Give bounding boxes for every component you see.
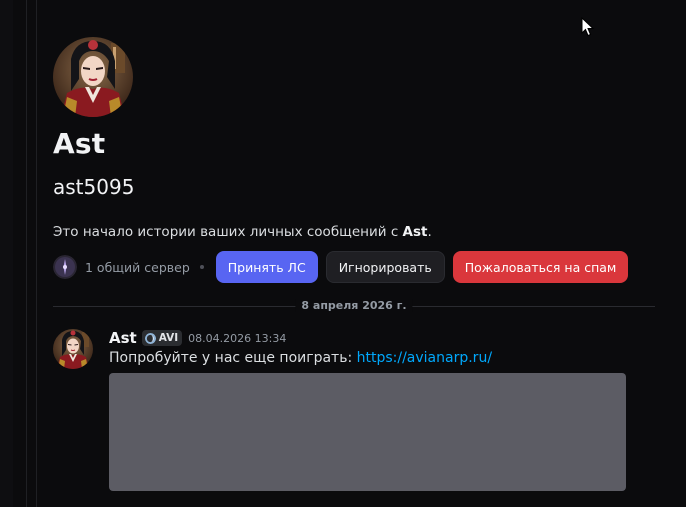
message-link[interactable]: https://avianarp.ru/ [357, 350, 492, 366]
dm-intro-prefix: Это начало истории ваших личных сообщени… [53, 224, 403, 240]
message-author-avatar[interactable] [53, 329, 93, 369]
guild-tag-icon [144, 332, 156, 344]
message-text: Попробуйте у нас еще поиграть: [109, 350, 357, 366]
date-separator-label: 8 апреля 2026 г. [295, 299, 413, 312]
accept-dm-button[interactable]: Принять ЛС [215, 251, 318, 283]
dm-intro-name: Ast [402, 224, 428, 240]
mutual-servers-link[interactable]: 1 общий сервер [85, 260, 190, 275]
profile-username: ast5095 [53, 175, 135, 199]
dm-intro-text: Это начало истории ваших личных сообщени… [53, 224, 432, 240]
ignore-button[interactable]: Игнорировать [325, 251, 445, 283]
server-icon [53, 255, 77, 279]
mouse-pointer-icon [581, 17, 595, 37]
channel-divider [26, 0, 27, 507]
dm-request-actions: 1 общий сервер Принять ЛС Игнорировать П… [53, 251, 636, 283]
channel-divider [36, 0, 37, 507]
dm-channel-view: Ast ast5095 Это начало истории ваших лич… [0, 0, 686, 507]
guild-tag-label: AVI [158, 332, 179, 344]
guild-tag[interactable]: AVI [141, 330, 183, 346]
date-separator: 8 апреля 2026 г. [53, 299, 655, 312]
profile-avatar[interactable] [53, 37, 133, 117]
link-embed-placeholder[interactable] [109, 373, 626, 491]
separator-dot [199, 265, 204, 269]
left-rail [0, 0, 13, 507]
avatar-illustration [53, 329, 93, 369]
message-timestamp: 08.04.2026 13:34 [188, 331, 287, 345]
message-author-name[interactable]: Ast [109, 329, 137, 347]
message-content: Попробуйте у нас еще поиграть: https://a… [109, 350, 492, 366]
avatar-illustration [53, 37, 133, 117]
mutual-server-icon[interactable] [53, 255, 77, 279]
profile-display-name: Ast [53, 127, 106, 160]
message-header: Ast AVI 08.04.2026 13:34 [109, 329, 286, 347]
report-spam-button[interactable]: Пожаловаться на спам [452, 251, 629, 283]
dm-intro-suffix: . [427, 224, 432, 240]
